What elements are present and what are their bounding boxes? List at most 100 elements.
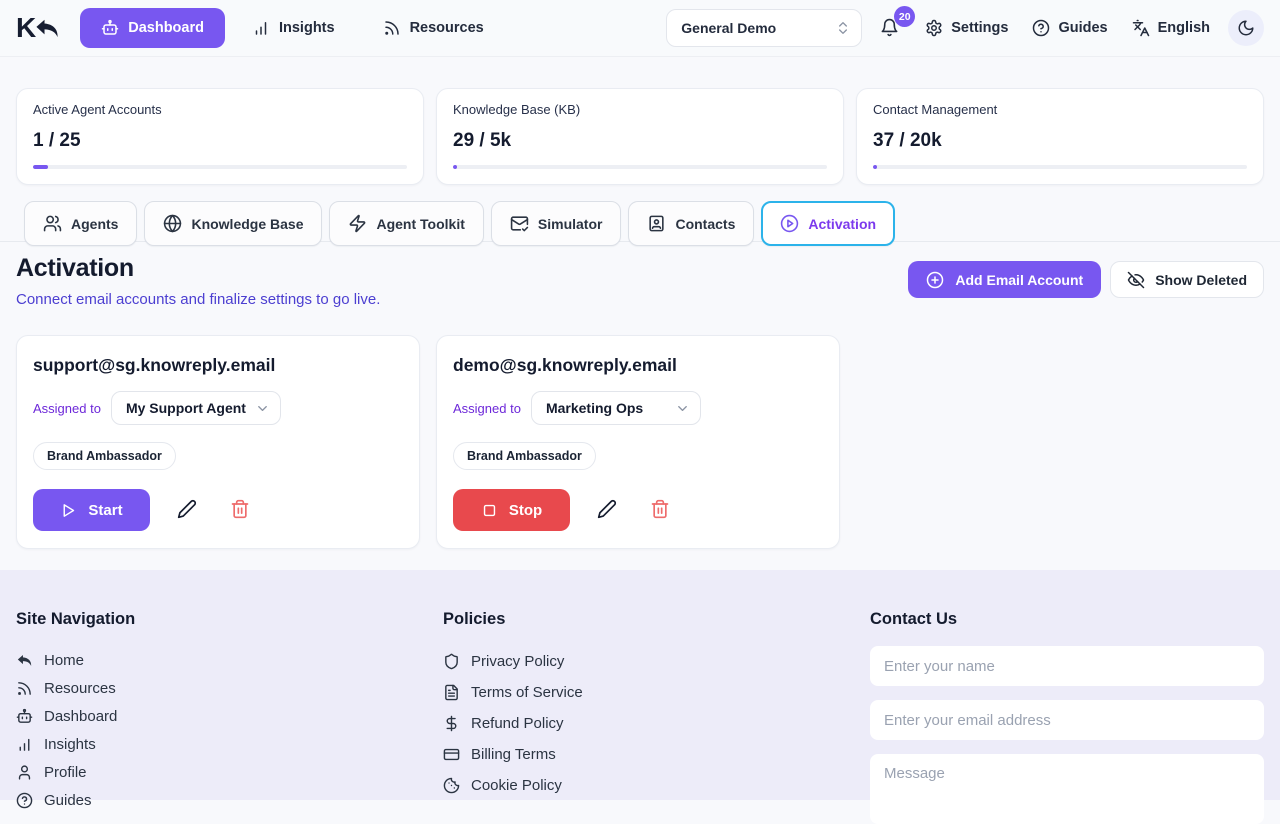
tab-simulator[interactable]: Simulator (491, 201, 622, 246)
footer-link-dashboard[interactable]: Dashboard (16, 702, 443, 730)
footer-link-billing-terms[interactable]: Billing Terms (443, 739, 870, 770)
footer-link-privacy-policy[interactable]: Privacy Policy (443, 646, 870, 677)
agent-select-value: Marketing Ops (546, 400, 643, 416)
tab-agent-toolkit[interactable]: Agent Toolkit (329, 201, 483, 246)
cookie-icon (443, 777, 460, 794)
page-footer: Site Navigation Home Resources Dashboard… (0, 570, 1280, 800)
activation-panel: Activation Connect email accounts and fi… (0, 242, 1280, 549)
nav-label: Resources (410, 20, 484, 36)
add-email-account-button[interactable]: Add Email Account (908, 261, 1101, 298)
footer-link-guides[interactable]: Guides (16, 786, 443, 814)
footer-link-label: Dashboard (44, 708, 117, 725)
delete-account-button[interactable] (644, 495, 676, 526)
footer-link-label: Resources (44, 680, 116, 697)
contact-email-input[interactable] (870, 700, 1264, 740)
top-nav: K Dashboard Insights Resources General D… (0, 0, 1280, 57)
progress-fill (453, 165, 457, 169)
tab-contacts[interactable]: Contacts (628, 201, 754, 246)
footer-link-profile[interactable]: Profile (16, 758, 443, 786)
stat-label: Active Agent Accounts (33, 102, 407, 117)
account-email: support@sg.knowreply.email (33, 355, 403, 376)
footer-link-home[interactable]: Home (16, 646, 443, 674)
shield-icon (443, 653, 460, 670)
usage-stats-row: Active Agent Accounts 1 / 25 Knowledge B… (16, 88, 1264, 185)
contact-message-input[interactable] (870, 754, 1264, 824)
settings-label: Settings (951, 20, 1008, 36)
user-icon (16, 764, 33, 781)
tab-knowledge-base[interactable]: Knowledge Base (144, 201, 322, 246)
show-deleted-label: Show Deleted (1155, 272, 1247, 288)
persona-badge: Brand Ambassador (453, 442, 596, 470)
pencil-icon (597, 499, 617, 519)
stat-value: 1 / 25 (33, 130, 407, 152)
stat-label: Contact Management (873, 102, 1247, 117)
footer-link-label: Privacy Policy (471, 653, 564, 670)
progress-bar (453, 165, 827, 169)
progress-bar (33, 165, 407, 169)
moon-icon (1237, 19, 1255, 37)
nav-dashboard-button[interactable]: Dashboard (80, 8, 225, 48)
tab-label: Contacts (675, 216, 735, 232)
start-button[interactable]: Start (33, 489, 150, 531)
footer-link-label: Home (44, 652, 84, 669)
workspace-select-value: General Demo (681, 20, 776, 36)
stat-card-knowledge-base: Knowledge Base (KB) 29 / 5k (436, 88, 844, 185)
edit-account-button[interactable] (591, 495, 623, 526)
footer-contact-us: Contact Us (870, 610, 1264, 800)
app-logo[interactable]: K (16, 12, 62, 44)
workspace-select[interactable]: General Demo (666, 9, 862, 47)
nav-resources-button[interactable]: Resources (362, 8, 505, 48)
footer-link-label: Terms of Service (471, 684, 583, 701)
theme-toggle[interactable] (1228, 10, 1264, 46)
bar-chart-icon (252, 19, 270, 37)
tab-label: Knowledge Base (191, 216, 303, 232)
progress-fill (873, 165, 877, 169)
add-email-account-label: Add Email Account (955, 272, 1083, 288)
tab-bar: Agents Knowledge Base Agent Toolkit Simu… (0, 185, 1280, 242)
language-button[interactable]: English (1126, 13, 1216, 43)
document-icon (443, 684, 460, 701)
settings-button[interactable]: Settings (919, 13, 1014, 43)
footer-link-insights[interactable]: Insights (16, 730, 443, 758)
guides-button[interactable]: Guides (1026, 13, 1113, 43)
progress-bar (873, 165, 1247, 169)
stat-card-contacts: Contact Management 37 / 20k (856, 88, 1264, 185)
nav-insights-button[interactable]: Insights (231, 8, 356, 48)
logo-reply-icon (16, 652, 33, 669)
show-deleted-button[interactable]: Show Deleted (1110, 261, 1264, 298)
tab-activation[interactable]: Activation (761, 201, 895, 246)
email-accounts-row: support@sg.knowreply.email Assigned to M… (16, 335, 1264, 549)
stop-button[interactable]: Stop (453, 489, 570, 531)
footer-link-label: Guides (44, 792, 92, 809)
footer-link-refund-policy[interactable]: Refund Policy (443, 708, 870, 739)
tab-label: Simulator (538, 216, 603, 232)
dollar-icon (443, 715, 460, 732)
footer-link-label: Profile (44, 764, 87, 781)
notifications-button[interactable]: 20 (874, 12, 907, 44)
assigned-to-label: Assigned to (453, 401, 521, 416)
tab-agents[interactable]: Agents (24, 201, 137, 246)
footer-link-cookie-policy[interactable]: Cookie Policy (443, 770, 870, 801)
logo-reply-icon (32, 15, 62, 42)
stop-square-icon (481, 502, 498, 519)
languages-icon (1132, 19, 1150, 37)
stat-card-agents: Active Agent Accounts 1 / 25 (16, 88, 424, 185)
top-nav-right: General Demo 20 Settings Guides English (666, 9, 1264, 47)
agent-select-value: My Support Agent (126, 400, 246, 416)
edit-account-button[interactable] (171, 495, 203, 526)
eye-off-icon (1127, 271, 1145, 289)
footer-column-title: Site Navigation (16, 610, 443, 629)
trash-icon (230, 499, 250, 519)
delete-account-button[interactable] (224, 495, 256, 526)
agent-select[interactable]: My Support Agent (111, 391, 281, 425)
agent-select[interactable]: Marketing Ops (531, 391, 701, 425)
bar-chart-icon (16, 736, 33, 753)
stat-value: 37 / 20k (873, 130, 1247, 152)
email-account-card: support@sg.knowreply.email Assigned to M… (16, 335, 420, 549)
contact-name-input[interactable] (870, 646, 1264, 686)
footer-link-resources[interactable]: Resources (16, 674, 443, 702)
account-email: demo@sg.knowreply.email (453, 355, 823, 376)
footer-link-terms-of-service[interactable]: Terms of Service (443, 677, 870, 708)
chevron-down-icon (675, 401, 690, 416)
assigned-to-label: Assigned to (33, 401, 101, 416)
